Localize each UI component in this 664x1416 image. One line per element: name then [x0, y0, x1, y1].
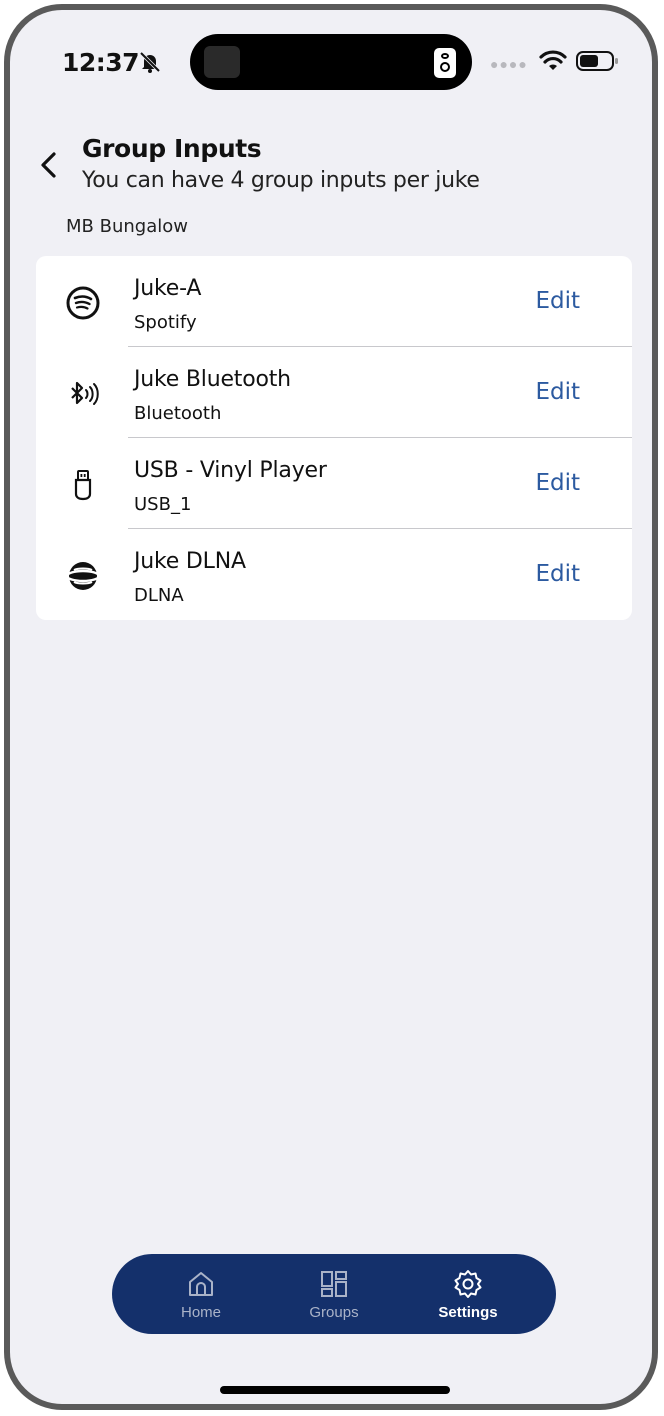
- tab-groups[interactable]: Groups: [274, 1254, 394, 1334]
- input-name: USB - Vinyl Player: [134, 458, 327, 483]
- status-bar: 12:37 ●●●●: [10, 10, 652, 110]
- usb-icon: [74, 470, 92, 501]
- dlna-icon: [66, 562, 100, 590]
- spotify-icon: [66, 286, 100, 320]
- status-time: 12:37: [62, 48, 140, 77]
- input-type: USB_1: [134, 494, 192, 515]
- input-type: Spotify: [134, 312, 197, 333]
- list-item-spotify: Juke-A Spotify Edit: [36, 256, 632, 347]
- edit-button[interactable]: Edit: [535, 470, 580, 496]
- bluetooth-icon: [71, 381, 99, 405]
- section-label: MB Bungalow: [66, 216, 188, 237]
- chevron-left-icon[interactable]: [36, 150, 62, 180]
- page-subtitle: You can have 4 group inputs per juke: [82, 168, 480, 193]
- edit-button[interactable]: Edit: [535, 379, 580, 405]
- input-type: Bluetooth: [134, 403, 222, 424]
- phone-frame: 12:37 ●●●● Group Inputs You can have 4 g: [4, 4, 658, 1410]
- gear-icon: [454, 1270, 482, 1298]
- edit-button[interactable]: Edit: [535, 561, 580, 587]
- grid-icon: [321, 1271, 347, 1297]
- input-name: Juke Bluetooth: [134, 367, 291, 392]
- tab-home[interactable]: Home: [141, 1254, 261, 1334]
- wifi-icon: [539, 50, 567, 70]
- input-name: Juke-A: [134, 276, 202, 301]
- bottom-tab-bar: Home Groups Settings: [112, 1254, 556, 1334]
- battery-icon: [576, 51, 618, 71]
- page-title: Group Inputs: [82, 134, 262, 163]
- signal-dots-icon: ●●●●: [490, 56, 528, 72]
- home-indicator: [220, 1386, 450, 1394]
- album-art-thumbnail: [204, 46, 240, 78]
- list-item-bluetooth: Juke Bluetooth Bluetooth Edit: [36, 347, 632, 438]
- tab-label: Groups: [309, 1304, 359, 1321]
- tab-settings[interactable]: Settings: [408, 1254, 528, 1334]
- tab-label: Home: [180, 1304, 221, 1321]
- inputs-list: Juke-A Spotify Edit Juke Bluetooth Bluet…: [36, 256, 632, 620]
- home-icon: [189, 1272, 213, 1296]
- list-item-dlna: Juke DLNA DLNA Edit: [36, 529, 632, 620]
- dynamic-island: [190, 34, 472, 90]
- page-header: Group Inputs You can have 4 group inputs…: [10, 122, 652, 202]
- tab-label: Settings: [438, 1304, 498, 1321]
- bell-slash-icon: [139, 51, 161, 73]
- input-name: Juke DLNA: [134, 549, 246, 574]
- speaker-icon: [434, 48, 456, 78]
- edit-button[interactable]: Edit: [535, 288, 580, 314]
- list-item-usb: USB - Vinyl Player USB_1 Edit: [36, 438, 632, 529]
- input-type: DLNA: [134, 585, 184, 606]
